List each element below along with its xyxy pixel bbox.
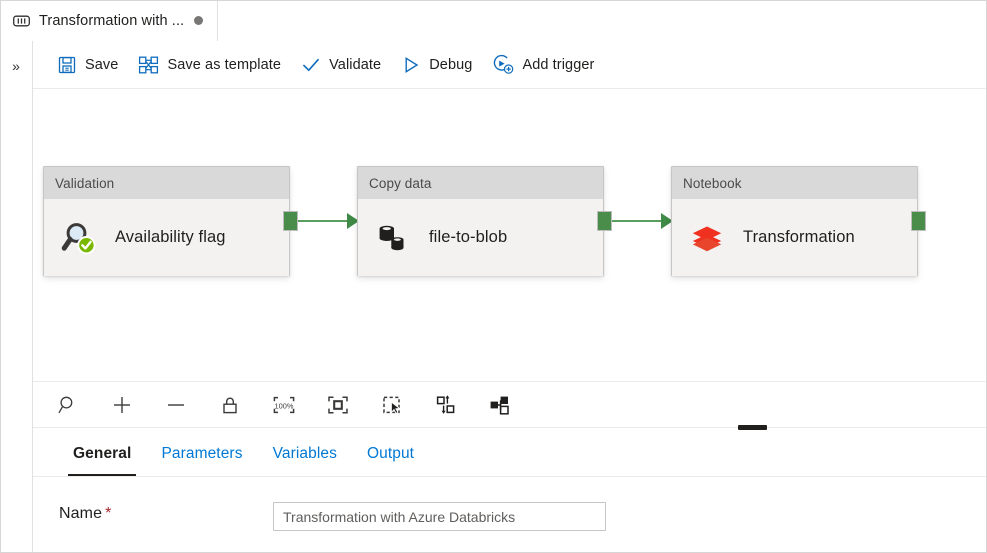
zoom-to-100-button[interactable]: 100% (257, 383, 311, 427)
zoom-in-plus-icon (111, 394, 133, 416)
save-button[interactable]: Save (47, 49, 128, 81)
auto-align-icon (434, 394, 458, 416)
validate-check-icon (301, 55, 321, 75)
pipeline-tab-title: Transformation with ... (39, 12, 185, 29)
pipeline-canvas[interactable]: Validation Availability flag Copy data f… (33, 89, 987, 381)
unsaved-dot-icon (194, 16, 204, 25)
connector-line-2 (612, 220, 664, 222)
node-body: Transformation (672, 199, 917, 276)
node-header: Copy data (358, 167, 603, 199)
zoom-to-fit-button[interactable] (311, 383, 365, 427)
auto-layout-button[interactable] (473, 383, 527, 427)
node-header: Notebook (672, 167, 917, 199)
save-as-template-icon (138, 55, 159, 75)
add-trigger-icon (492, 54, 514, 75)
activity-node-copy-data[interactable]: Copy data file-to-blob (357, 166, 604, 276)
pipeline-tab[interactable]: Transformation with ... (1, 0, 219, 41)
marquee-select-icon (380, 394, 404, 416)
save-label: Save (85, 56, 119, 73)
output-port-copy-data[interactable] (597, 211, 612, 231)
tab-parameters[interactable]: Parameters (146, 432, 257, 476)
validation-magnifier-check-icon (60, 219, 98, 257)
auto-align-button[interactable] (419, 383, 473, 427)
add-trigger-button[interactable]: Add trigger (482, 49, 604, 81)
zoom-out-button[interactable] (149, 383, 203, 427)
connector-line-1 (298, 220, 350, 222)
validate-label: Validate (329, 56, 382, 73)
required-asterisk: * (105, 505, 112, 522)
save-as-template-label: Save as template (167, 56, 282, 73)
pipeline-editor-window: Transformation with ... » Save Save as t… (0, 0, 987, 553)
output-port-validation[interactable] (283, 211, 298, 231)
debug-button[interactable]: Debug (391, 49, 482, 81)
zoom-search-button[interactable] (41, 383, 95, 427)
debug-label: Debug (429, 56, 473, 73)
zoom-to-fit-icon (326, 394, 350, 416)
pipeline-icon (13, 14, 30, 28)
left-rail: » (0, 41, 33, 553)
lock-icon (219, 394, 241, 416)
node-type-label: Copy data (369, 175, 432, 191)
activity-node-validation[interactable]: Validation Availability flag (43, 166, 290, 276)
name-input[interactable] (273, 502, 606, 531)
zoom-search-icon (57, 394, 79, 416)
node-name-label: Transformation (743, 228, 855, 246)
general-form: Name * (33, 477, 987, 553)
name-field-label: Name * (59, 505, 111, 523)
auto-layout-icon (488, 394, 512, 416)
tab-strip: Transformation with ... (0, 0, 987, 41)
canvas-toolbar: 100% (33, 381, 987, 428)
databricks-notebook-icon (688, 219, 726, 257)
name-label-text: Name (59, 505, 103, 522)
output-port-notebook[interactable] (911, 211, 926, 231)
debug-play-icon (401, 55, 421, 75)
activity-node-notebook[interactable]: Notebook Transformation (671, 166, 918, 276)
save-as-template-button[interactable]: Save as template (128, 49, 291, 81)
node-type-label: Notebook (683, 175, 742, 191)
node-name-label: Availability flag (115, 228, 226, 246)
tab-general[interactable]: General (58, 432, 146, 476)
zoom-out-minus-icon (165, 394, 187, 416)
svg-text:100%: 100% (275, 401, 294, 410)
detail-tab-bar: General Parameters Variables Output (33, 432, 987, 477)
panel-resize-grip[interactable] (738, 425, 767, 430)
marquee-select-button[interactable] (365, 383, 419, 427)
command-bar: Save Save as template Validate Debug Add… (33, 41, 987, 89)
lock-canvas-button[interactable] (203, 383, 257, 427)
zoom-in-button[interactable] (95, 383, 149, 427)
validate-button[interactable]: Validate (291, 49, 391, 81)
node-header: Validation (44, 167, 289, 199)
node-type-label: Validation (55, 175, 115, 191)
node-body: Availability flag (44, 199, 289, 276)
expand-rail-button[interactable]: » (0, 51, 32, 81)
tab-output[interactable]: Output (352, 432, 429, 476)
tab-variables[interactable]: Variables (258, 432, 352, 476)
save-icon (57, 55, 77, 75)
copy-data-databases-icon (374, 219, 412, 257)
node-body: file-to-blob (358, 199, 603, 276)
node-name-label: file-to-blob (429, 228, 508, 246)
zoom-100-percent-icon: 100% (272, 394, 296, 416)
add-trigger-label: Add trigger (522, 56, 595, 73)
